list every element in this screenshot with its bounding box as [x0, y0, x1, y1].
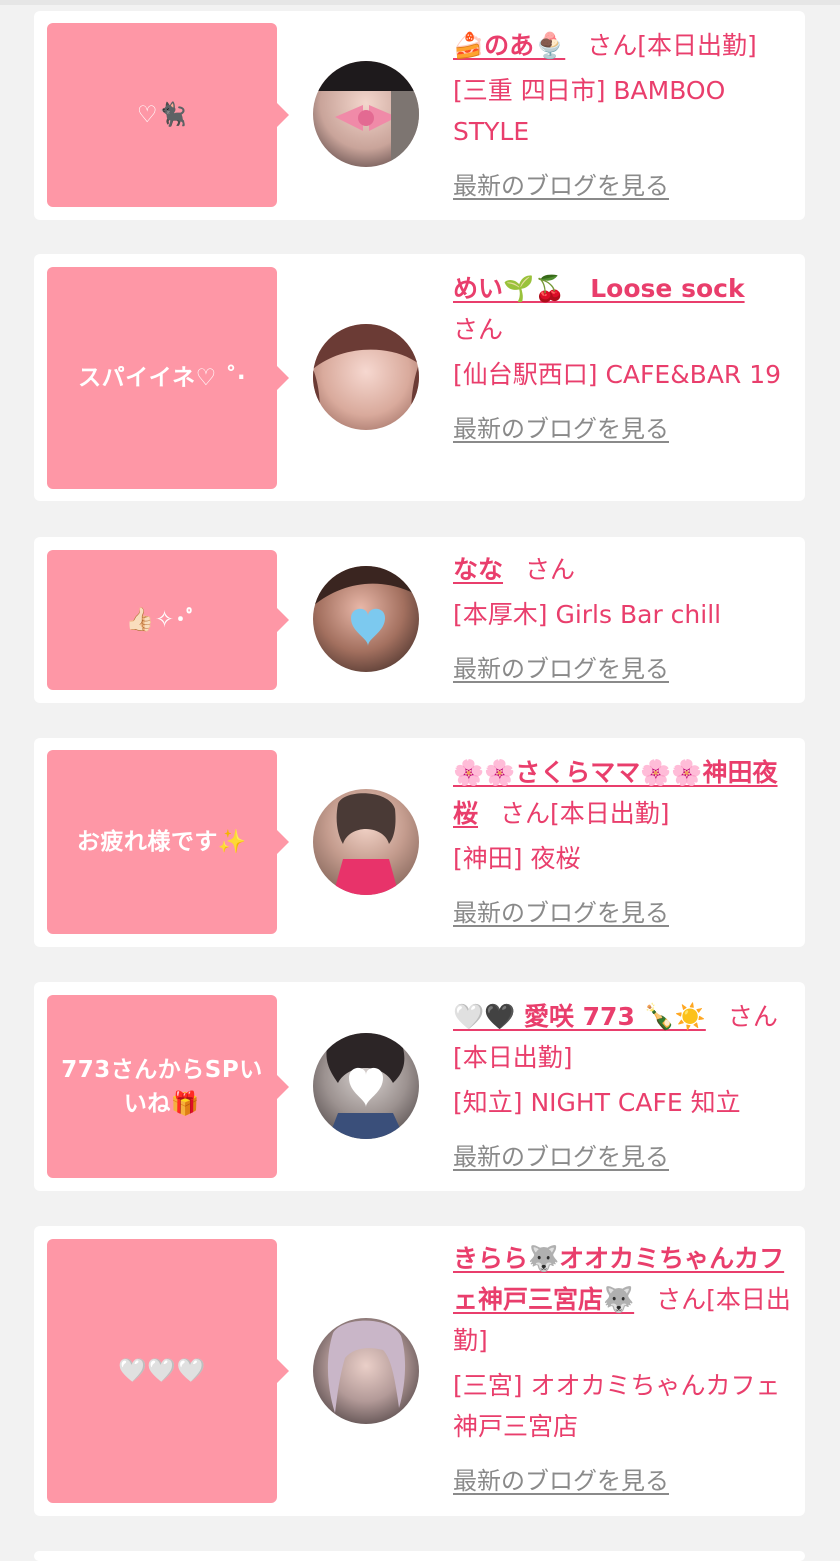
message-text: 👍🏻✧･ﾟ — [125, 607, 199, 633]
message-bubble: お疲れ様です✨ — [47, 750, 289, 934]
message-text: スパイイネ♡ ˚‧ — [78, 365, 246, 391]
shop-name: [神田] 夜桜 — [453, 844, 581, 873]
notification-card: 🤍🤍🤍 きらら🐺オオカミちゃんカフェ神戸三宮店🐺 さん[本日出勤] [三宮] オオ… — [34, 1226, 805, 1516]
message-text: 773さんからSPいいね🎁 — [61, 1056, 263, 1117]
name-suffix: さん — [525, 555, 576, 584]
latest-blog-link[interactable]: 最新のブログを見る — [453, 893, 798, 934]
blue-heart-icon — [351, 608, 385, 646]
notification-card: 👍🏻✧･ﾟ なな さん [本厚木] Girls Bar chill 最新のブログを… — [34, 537, 805, 703]
shop-name: [仙台駅西口] CAFE&BAR 19 — [453, 360, 782, 389]
message-text: ♡🐈‍⬛ — [136, 102, 188, 128]
notification-card: お疲れ様です✨ 🌸🌸さくらママ🌸🌸神田夜桜 さん[本日出勤] [神田] 夜桜 最新… — [34, 738, 805, 947]
cast-name-link[interactable]: めい🌱🍒 Loose sock — [453, 274, 745, 303]
entry-info: 🍰のあ🍨 さん[本日出勤] [三重 四日市] BAMBOO STYLE 最新のブロ… — [453, 25, 798, 207]
message-bubble: 773さんからSPいいね🎁 — [47, 995, 289, 1178]
entry-info: 🌸🌸さくらママ🌸🌸神田夜桜 さん[本日出勤] [神田] 夜桜 最新のブログを見る — [453, 752, 798, 934]
avatar[interactable] — [313, 61, 419, 167]
avatar[interactable] — [313, 324, 419, 430]
pink-dress — [333, 859, 399, 895]
message-bubble: 🤍🤍🤍 — [47, 1239, 289, 1503]
latest-blog-link[interactable]: 最新のブログを見る — [453, 1461, 798, 1502]
message-text: お疲れ様です✨ — [76, 829, 248, 855]
latest-blog-link[interactable]: 最新のブログを見る — [453, 166, 798, 207]
name-suffix: さん[本日出勤] — [587, 31, 757, 60]
white-heart-icon — [349, 1067, 383, 1107]
message-bubble: 👍🏻✧･ﾟ — [47, 550, 289, 690]
shop-name: [三宮] オオカミちゃんカフェ神戸三宮店 — [453, 1371, 781, 1441]
notification-card: 773さんからSPいいね🎁 🤍🖤 愛咲 773 🍾☀️ さん[本日出勤] [知立]… — [34, 982, 805, 1191]
message-bubble: スパイイネ♡ ˚‧ — [47, 267, 289, 489]
name-suffix: さん — [453, 315, 504, 344]
cast-name-link[interactable]: 🤍🖤 愛咲 773 🍾☀️ — [453, 1002, 706, 1031]
notification-card: ♡🐈‍⬛ 🍰のあ🍨 さん[本日出勤] [三重 四日市] BAMBOO STYLE … — [34, 11, 805, 220]
shop-name: [三重 四日市] BAMBOO STYLE — [453, 76, 726, 146]
avatar[interactable] — [313, 566, 419, 672]
message-text: 🤍🤍🤍 — [118, 1358, 206, 1384]
shop-name: [知立] NIGHT CAFE 知立 — [453, 1088, 741, 1117]
entry-info: めい🌱🍒 Loose sock さん [仙台駅西口] CAFE&BAR 19 最… — [453, 268, 798, 450]
next-card-edge — [34, 1551, 805, 1561]
latest-blog-link[interactable]: 最新のブログを見る — [453, 1137, 798, 1178]
avatar[interactable] — [313, 1318, 419, 1424]
name-suffix: さん[本日出勤] — [500, 799, 670, 828]
avatar[interactable] — [313, 789, 419, 895]
entry-info: なな さん [本厚木] Girls Bar chill 最新のブログを見る — [453, 549, 798, 690]
latest-blog-link[interactable]: 最新のブログを見る — [453, 649, 798, 690]
message-bubble: ♡🐈‍⬛ — [47, 23, 289, 207]
top-divider — [0, 0, 840, 5]
entry-info: きらら🐺オオカミちゃんカフェ神戸三宮店🐺 さん[本日出勤] [三宮] オオカミちゃ… — [453, 1238, 798, 1502]
entry-info: 🤍🖤 愛咲 773 🍾☀️ さん[本日出勤] [知立] NIGHT CAFE 知立… — [453, 996, 798, 1178]
cast-name-link[interactable]: なな — [453, 555, 503, 584]
notification-card: スパイイネ♡ ˚‧ めい🌱🍒 Loose sock さん [仙台駅西口] CAF… — [34, 254, 805, 501]
avatar[interactable] — [313, 1033, 419, 1139]
latest-blog-link[interactable]: 最新のブログを見る — [453, 409, 798, 450]
cast-name-link[interactable]: 🍰のあ🍨 — [453, 31, 565, 60]
shop-name: [本厚木] Girls Bar chill — [453, 600, 722, 629]
